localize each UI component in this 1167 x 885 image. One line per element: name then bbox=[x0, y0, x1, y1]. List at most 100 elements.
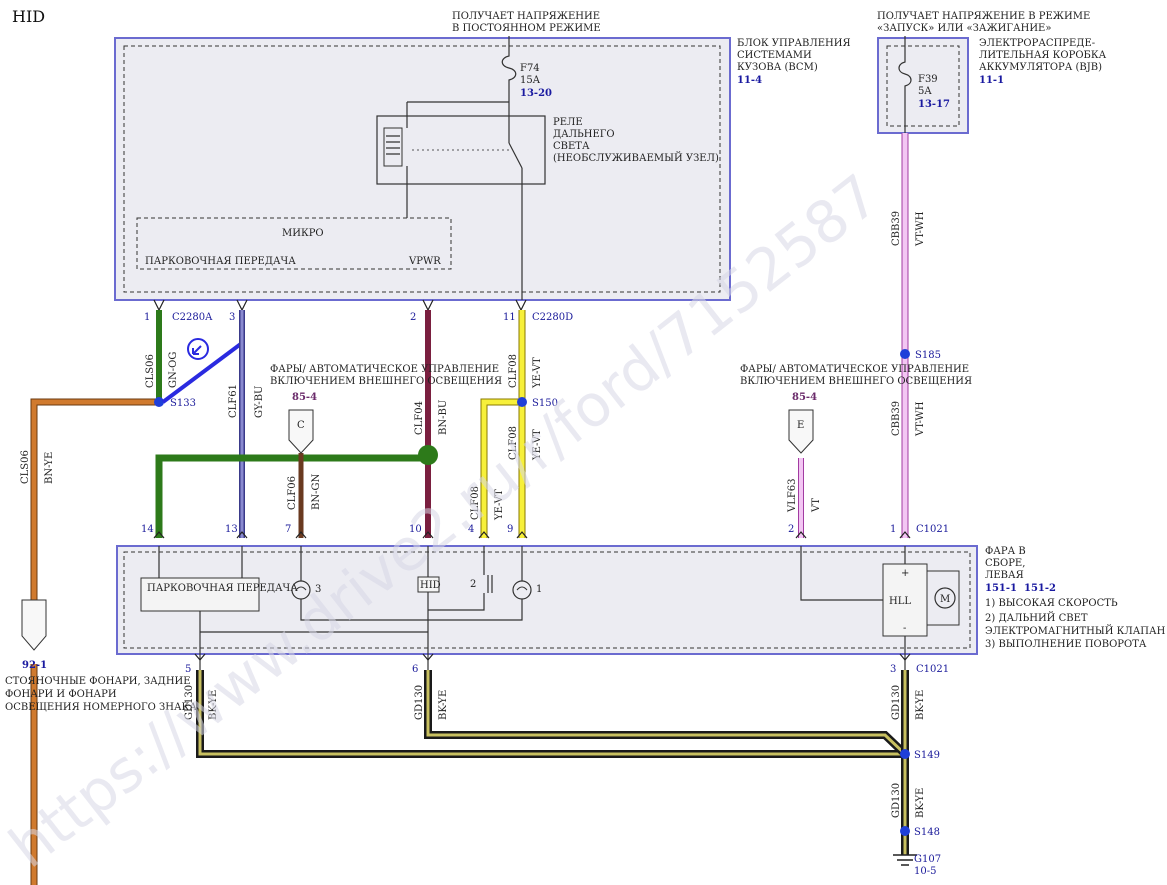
relay-label-1: РЕЛЕ bbox=[553, 117, 583, 128]
bcm-ref: 11-4 bbox=[737, 75, 762, 86]
bcm-label-3: КУЗОВА (BCM) bbox=[737, 62, 818, 73]
wire-label-gd130-c: GD130 bbox=[891, 685, 902, 720]
wire-color-clf06: BN-GN bbox=[311, 474, 322, 510]
wire-label-clf04: CLF04 bbox=[414, 401, 425, 435]
wire-bk-ye-a-outline bbox=[196, 670, 905, 758]
lamp-connector-arrows bbox=[153, 531, 911, 539]
splice-s150 bbox=[517, 397, 527, 407]
fuse-f74-name: F74 bbox=[520, 63, 540, 74]
wire-color-cbb39-b: VT-WH bbox=[915, 401, 926, 437]
wire-label-cls06-b: CLS06 bbox=[20, 450, 31, 484]
top-left-note-2: В ПОСТОЯННОМ РЕЖИМЕ bbox=[452, 23, 601, 34]
bcm-label-1: БЛОК УПРАВЛЕНИЯ bbox=[737, 38, 851, 49]
wire-label-vlf63: VLF63 bbox=[787, 478, 798, 513]
lamp-item-3: 3) ВЫПОЛНЕНИЕ ПОВОРОТА bbox=[985, 639, 1147, 650]
wire-label-cbb39-a: CBB39 bbox=[891, 211, 902, 246]
lamp-label-2: СБОРЕ, bbox=[985, 558, 1025, 569]
connector-e-tag: E bbox=[797, 420, 804, 431]
bjb-label-2: ЛИТЕЛЬНАЯ КОРОБКА bbox=[979, 50, 1107, 61]
splice-s148 bbox=[900, 826, 910, 836]
wire-label-cbb39-b: CBB39 bbox=[891, 401, 902, 436]
splice-s149-label: S149 bbox=[914, 750, 940, 761]
wire-label-gd130-b: GD130 bbox=[414, 685, 425, 720]
pin-top-3: 3 bbox=[229, 312, 235, 323]
parking-note-2: ФОНАРИ И ФОНАРИ bbox=[5, 689, 117, 700]
connector-c1021-bottom: C1021 bbox=[916, 664, 949, 675]
lamp-item-2: 2) ДАЛЬНИЙ СВЕТ bbox=[985, 612, 1088, 624]
wire-label-clf61: CLF61 bbox=[228, 384, 239, 418]
c2280a-pin1-arrow-icon bbox=[153, 299, 165, 312]
wire-color-gd130-c: BK-YE bbox=[915, 690, 926, 720]
connector-e-icon bbox=[788, 409, 814, 454]
wire-color-clf08-a: YE-VT bbox=[532, 357, 543, 389]
headlamps-note-right-ref: 85-4 bbox=[792, 392, 817, 403]
parking-note-1: СТОЯНОЧНЫЕ ФОНАРИ, ЗАДНИЕ bbox=[5, 676, 191, 687]
lamp-pin-2: 2 bbox=[788, 524, 794, 535]
parking-ref: 92-1 bbox=[22, 660, 47, 671]
lamp-pin-9: 9 bbox=[507, 524, 513, 535]
diagram-svg: HID БЛОК УПРАВЛЕНИЯ СИСТЕМАМИ КУЗОВА (BC… bbox=[0, 7, 1166, 885]
wire-label-gd130-d: GD130 bbox=[891, 783, 902, 818]
lamp-ref-2: 151-2 bbox=[1024, 583, 1056, 594]
lamp-pin-13: 13 bbox=[225, 524, 238, 535]
pin-top-1: 1 bbox=[144, 312, 150, 323]
wire-bk-ye-b bbox=[426, 670, 907, 756]
connector-c2280a: C2280A bbox=[172, 312, 213, 323]
wire-color-gd130-b: BK-YE bbox=[438, 690, 449, 720]
pin-top-2: 2 bbox=[410, 312, 416, 323]
micro-title: МИКРО bbox=[282, 228, 324, 239]
lamp-ref-1: 151-1 bbox=[985, 583, 1017, 594]
splice-s149 bbox=[900, 749, 910, 759]
wire-bk-ye-b-outline bbox=[424, 670, 908, 757]
fuse-f74-rating: 15A bbox=[520, 75, 541, 86]
relay-label-3: СВЕТА bbox=[553, 141, 590, 152]
connector-c2280d: C2280D bbox=[532, 312, 573, 323]
connector-c1021-top: C1021 bbox=[916, 524, 949, 535]
wire-color-cbb39-a: VT-WH bbox=[915, 211, 926, 247]
wire-color-vlf63: VT bbox=[811, 498, 822, 513]
park-box-label: ПАРКОВОЧНАЯ ПЕРЕДАЧА bbox=[147, 583, 298, 594]
lamp-item-2b: ЭЛЕКТРОМАГНИТНЫЙ КЛАПАН bbox=[985, 625, 1166, 637]
splice-s148-label: S148 bbox=[914, 827, 940, 838]
connector-park-icon bbox=[21, 599, 47, 651]
headlamps-note-right-1: ФАРЫ/ АВТОМАТИЧЕСКОЕ УПРАВЛЕНИЕ bbox=[740, 364, 969, 375]
coil-2-label: 2 bbox=[470, 579, 476, 590]
wire-color-cls06-b: BN-YE bbox=[44, 452, 55, 484]
hll-minus: - bbox=[903, 623, 906, 634]
wire-color-gd130-d: BK-YE bbox=[915, 788, 926, 818]
bjb-ref: 11-1 bbox=[979, 75, 1004, 86]
micro-pin-vpwr: VPWR bbox=[408, 256, 441, 267]
hid-label: HID bbox=[420, 580, 441, 591]
micro-pin-park: ПАРКОВОЧНАЯ ПЕРЕДАЧА bbox=[145, 256, 296, 267]
motor-label: M bbox=[940, 594, 950, 605]
headlamps-note-left-2: ВКЛЮЧЕНИЕМ ВНЕШНЕГО ОСВЕЩЕНИЯ bbox=[270, 376, 502, 387]
relay-label-2: ДАЛЬНЕГО bbox=[553, 129, 615, 140]
fuse-f39-ref: 13-17 bbox=[918, 99, 950, 110]
lamp-pin-1: 1 bbox=[890, 524, 896, 535]
connector-c-icon bbox=[288, 409, 314, 454]
wire-color-clf61: GY-BU bbox=[254, 386, 265, 418]
fuse-f39-rating: 5A bbox=[918, 86, 932, 97]
hll-label: HLL bbox=[889, 596, 911, 607]
wiring-diagram: HID БЛОК УПРАВЛЕНИЯ СИСТЕМАМИ КУЗОВА (BC… bbox=[0, 0, 1167, 885]
wire-label-clf06: CLF06 bbox=[287, 476, 298, 510]
wire-label-clf08-a: CLF08 bbox=[508, 354, 519, 388]
headlamps-note-right-2: ВКЛЮЧЕНИЕМ ВНЕШНЕГО ОСВЕЩЕНИЯ bbox=[740, 376, 972, 387]
bottom-pin-5: 5 bbox=[185, 664, 191, 675]
top-left-note-1: ПОЛУЧАЕТ НАПРЯЖЕНИЕ bbox=[452, 11, 600, 22]
bottom-pin-3: 3 bbox=[890, 664, 896, 675]
top-right-note-2: «ЗАПУСК» ИЛИ «ЗАЖИГАНИЕ» bbox=[877, 23, 1051, 34]
hll-plus: + bbox=[901, 568, 909, 579]
bjb-label-1: ЭЛЕКТРОРАСПРЕДЕ- bbox=[979, 38, 1095, 49]
lamp-pin-7: 7 bbox=[285, 524, 291, 535]
headlamps-note-left-ref: 85-4 bbox=[292, 392, 317, 403]
c2280d-pin11-arrow-icon bbox=[515, 299, 527, 312]
splice-s185-label: S185 bbox=[915, 350, 941, 361]
annotation-arrow-icon bbox=[192, 345, 202, 355]
ground-ref: 10-5 bbox=[914, 866, 936, 877]
lamp-label-1: ФАРА В bbox=[985, 546, 1026, 557]
page-label: HID bbox=[12, 7, 45, 26]
bcm-label-2: СИСТЕМАМИ bbox=[737, 50, 812, 61]
c2280a-pin3-arrow-icon bbox=[236, 299, 248, 312]
bulb-1-label: 1 bbox=[536, 584, 542, 595]
